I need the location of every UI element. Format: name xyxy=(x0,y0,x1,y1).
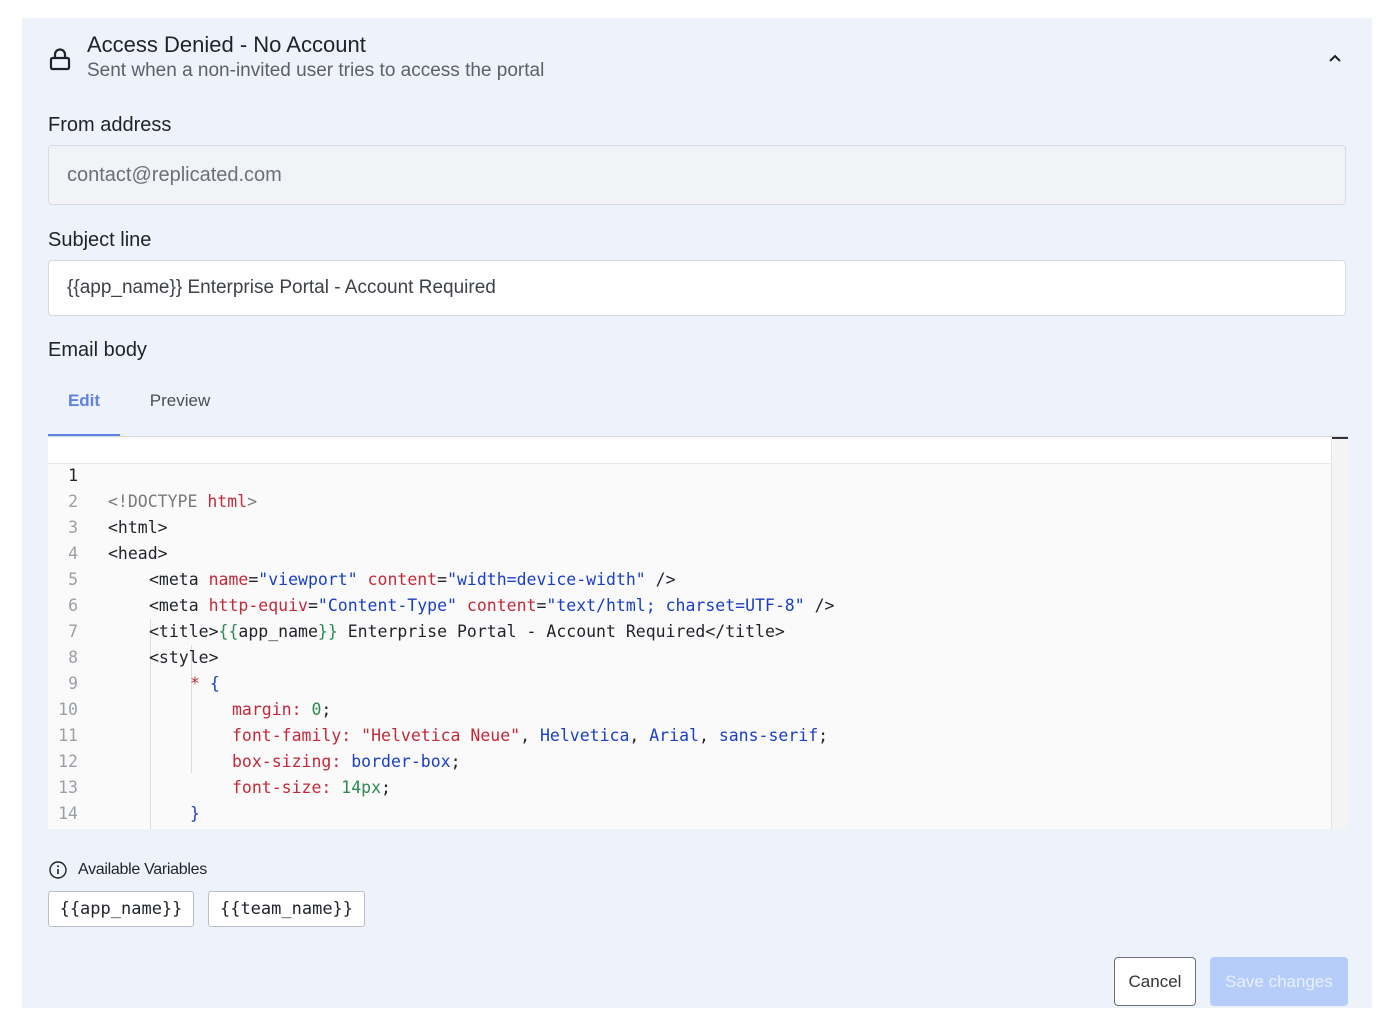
code-token: , xyxy=(698,726,719,745)
code-token: = xyxy=(307,596,318,615)
code-token: = xyxy=(248,570,259,589)
code-token: { xyxy=(209,674,220,693)
code-token: Enterprise Portal - Account Required xyxy=(337,622,706,641)
lock-icon xyxy=(49,48,71,71)
code-token: Arial xyxy=(649,726,699,745)
code-line: 6 <title>{{app_name}} Enterprise Portal … xyxy=(48,567,785,641)
template-subtitle: Sent when a non-invited user tries to ac… xyxy=(87,60,545,81)
code-token: 0 xyxy=(311,700,322,719)
code-token: = xyxy=(536,596,547,615)
code-token: border-box xyxy=(351,752,451,771)
code-token: "Content-Type" xyxy=(317,596,457,615)
code-token: <!DOCTYPE xyxy=(108,492,208,511)
tab-edit[interactable]: Edit xyxy=(48,381,120,436)
active-line-highlight xyxy=(48,439,1332,464)
save-changes-button[interactable]: Save changes xyxy=(1210,957,1348,1006)
code-line: 13 } xyxy=(48,749,200,823)
code-token: box-sizing: xyxy=(232,752,342,771)
code-token: } xyxy=(190,804,200,823)
tab-preview[interactable]: Preview xyxy=(134,381,226,434)
code-line: 9 margin: 0; xyxy=(48,645,331,719)
subject-line-label: Subject line xyxy=(48,229,152,251)
code-line: 15 body { xyxy=(48,801,108,827)
code-line: 14 xyxy=(48,775,108,823)
code-line: 2 <html> xyxy=(48,463,168,537)
available-variables-label: Available Variables xyxy=(78,861,207,878)
code-token: }} xyxy=(317,622,338,641)
code-token: <style> xyxy=(149,648,219,667)
code-token: /> xyxy=(645,570,676,589)
email-body-label: Email body xyxy=(48,339,147,361)
code-token: app_name xyxy=(238,622,318,641)
code-token: , xyxy=(629,726,650,745)
code-line: 3 <head> xyxy=(48,489,168,563)
code-editor[interactable]: 1 <!DOCTYPE html> 2 <html> 3 <head> 4 <m… xyxy=(48,436,1348,829)
code-token: name xyxy=(208,570,249,589)
code-token: ; xyxy=(450,752,461,771)
code-token: sans-serif xyxy=(718,726,819,745)
code-token: <meta xyxy=(149,570,209,589)
code-token: font-family: xyxy=(232,726,352,745)
code-line: 7 <style> xyxy=(48,593,218,667)
line-number: 15 xyxy=(48,827,78,829)
code-token: font-size: xyxy=(232,778,332,797)
code-token: Helvetica xyxy=(539,726,630,745)
code-token: > xyxy=(247,492,258,511)
code-token: "Helvetica Neue" xyxy=(361,726,521,745)
code-line: 8 * { xyxy=(48,619,220,693)
code-line: 1 <!DOCTYPE html> xyxy=(48,437,257,511)
code-token: ; xyxy=(818,726,829,745)
subject-line-input[interactable]: {{app_name}} Enterprise Portal - Account… xyxy=(48,260,1346,316)
code-line: 12 font-size: 14px; xyxy=(48,723,391,797)
code-line: 10 font-family: "Helvetica Neue", Helvet… xyxy=(48,671,828,745)
code-token: "text/html; charset=UTF-8" xyxy=(546,596,805,615)
code-line: 4 <meta name="viewport" content="width=d… xyxy=(48,515,676,589)
code-token: 14px xyxy=(341,778,382,797)
code-token: "viewport" xyxy=(258,570,358,589)
code-token: ; xyxy=(321,700,332,719)
code-token: /> xyxy=(804,596,835,615)
from-address-label: From address xyxy=(48,114,172,136)
code-token: margin: xyxy=(232,700,302,719)
code-token: * xyxy=(190,674,210,693)
chevron-up-icon[interactable] xyxy=(1326,50,1344,68)
code-token: content xyxy=(367,570,438,589)
editor-scrollbar[interactable] xyxy=(1331,439,1348,829)
code-token: ; xyxy=(381,778,391,797)
code-token: = xyxy=(437,570,448,589)
code-token: <head> xyxy=(108,544,168,563)
code-token: html xyxy=(207,492,248,511)
code-token: http-equiv xyxy=(208,596,308,615)
info-icon xyxy=(49,861,67,879)
from-address-field[interactable]: contact@replicated.com xyxy=(48,145,1346,205)
code-token: , xyxy=(520,726,540,745)
code-token: <html> xyxy=(108,518,168,537)
code-token: <meta xyxy=(149,596,209,615)
code-token: </title> xyxy=(705,622,785,641)
code-line: 5 <meta http-equiv="Content-Type" conten… xyxy=(48,541,834,615)
template-title: Access Denied - No Account xyxy=(87,32,366,57)
variable-chip-team-name[interactable]: {{team_name}} xyxy=(208,891,365,927)
email-template-panel: Access Denied - No Account Sent when a n… xyxy=(22,18,1372,1008)
template-header[interactable]: Access Denied - No Account Sent when a n… xyxy=(22,18,1372,98)
code-line: 11 box-sizing: border-box; xyxy=(48,697,460,771)
email-body-tabs: Edit Preview xyxy=(48,381,1348,436)
cancel-button[interactable]: Cancel xyxy=(1114,957,1196,1006)
code-token: "width=device-width" xyxy=(447,570,646,589)
code-token: {{ xyxy=(218,622,239,641)
code-token: <title> xyxy=(149,622,219,641)
code-token: content xyxy=(466,596,537,615)
variable-chip-app-name[interactable]: {{app_name}} xyxy=(48,891,194,927)
